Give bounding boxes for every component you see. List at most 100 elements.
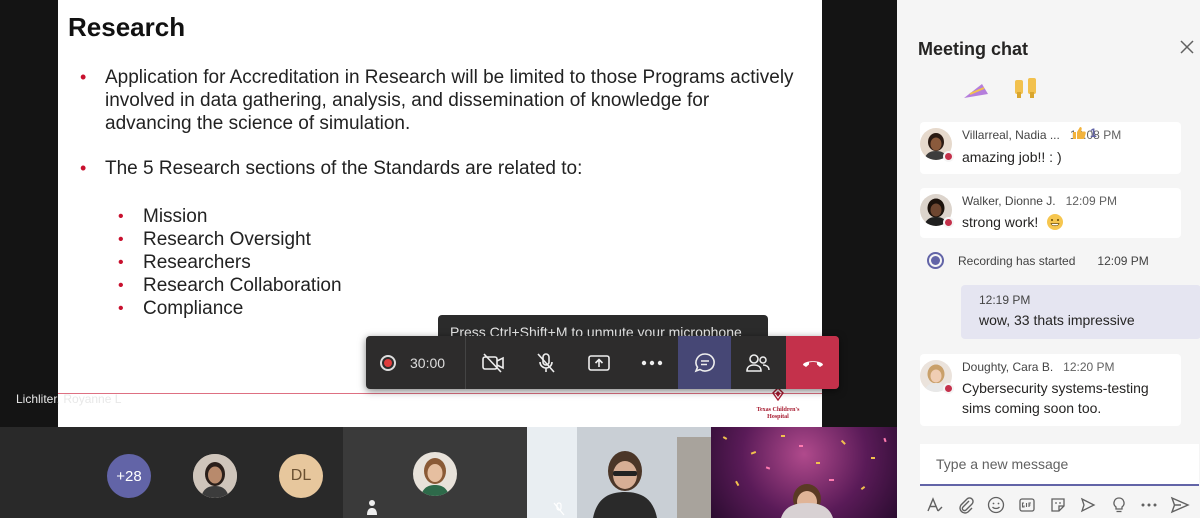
- slide-sub-bullet: Researchers: [118, 251, 342, 274]
- participant-avatar[interactable]: [193, 454, 237, 498]
- system-message-time: 12:09 PM: [1097, 253, 1149, 268]
- message-text-line: Cybersecurity systems-testing: [962, 380, 1149, 396]
- more-options-icon: [641, 360, 662, 365]
- presence-busy-icon: [943, 383, 954, 394]
- like-reaction[interactable]: 1: [1072, 126, 1097, 140]
- hang-up-icon: [802, 360, 823, 367]
- slide-title: Research: [68, 12, 186, 42]
- recording-started-icon: [927, 252, 944, 269]
- show-chat-button[interactable]: [678, 336, 731, 389]
- emoji-button[interactable]: [981, 493, 1012, 517]
- message-text: amazing job!! : ): [962, 149, 1062, 165]
- emoji-icon: [988, 496, 1005, 514]
- participant-video-tile[interactable]: [527, 427, 711, 518]
- message-time: 12:20 PM: [1063, 360, 1115, 374]
- own-chat-message[interactable]: 12:19 PM wow, 33 thats impressive: [961, 285, 1200, 339]
- reaction-count: 1: [1090, 126, 1097, 140]
- message-sender: Doughty, Cara B.: [962, 360, 1054, 374]
- chat-composer: [920, 444, 1199, 486]
- format-text-icon: [927, 497, 943, 512]
- meeting-chat-panel: Meeting chat Villarreal, Nadia ... 12:08…: [897, 0, 1200, 518]
- mic-muted-icon: [553, 502, 565, 516]
- participants-button[interactable]: [731, 336, 784, 389]
- system-message-recording: Recording has started 12:09 PM: [927, 252, 1177, 269]
- thumbs-up-icon: [1073, 127, 1086, 139]
- participants-icon: [745, 353, 770, 372]
- message-time: 12:09 PM: [1065, 194, 1117, 208]
- chat-panel-title: Meeting chat: [918, 39, 1029, 59]
- presenter-name: Lichliter, Royanne L: [16, 392, 122, 406]
- message-sender: Villarreal, Nadia ...: [962, 128, 1060, 142]
- message-input[interactable]: [920, 444, 1199, 484]
- hospital-logo-text: Texas Children's Hospital: [756, 407, 800, 420]
- slide-sub-bullet: Research Oversight: [118, 228, 342, 251]
- message-meta: Doughty, Cara B. 12:20 PM: [962, 360, 1115, 374]
- close-icon: [1180, 40, 1194, 54]
- chat-message[interactable]: Doughty, Cara B. 12:20 PM Cybersecurity s…: [920, 354, 1181, 426]
- message-body: strong work!: [962, 212, 1064, 232]
- camera-off-button[interactable]: [466, 336, 519, 389]
- message-time: 12:19 PM: [979, 293, 1031, 307]
- more-options-button[interactable]: [1134, 493, 1165, 517]
- message-text: Cybersecurity systems-testing sims comin…: [962, 378, 1149, 418]
- message-sender: Walker, Dionne J.: [962, 194, 1056, 208]
- message-meta: Walker, Dionne J. 12:09 PM: [962, 194, 1117, 208]
- system-message-text: Recording has started: [958, 253, 1076, 268]
- recording-timer[interactable]: 30:00: [366, 336, 466, 389]
- share-screen-button[interactable]: [572, 336, 625, 389]
- sticker-icon: [1050, 498, 1065, 512]
- slide-footer-line: [58, 393, 822, 394]
- attach-button[interactable]: [951, 493, 982, 517]
- mic-muted-icon: [536, 352, 555, 373]
- leave-call-button[interactable]: [786, 336, 839, 389]
- hospital-logo: Texas Children's Hospital: [752, 387, 804, 421]
- participant-tile-group: +28 DL: [0, 427, 343, 518]
- meeting-controls-bar: 30:00: [366, 336, 839, 389]
- party-sticker: [960, 76, 1060, 100]
- person-photo-icon: [193, 454, 237, 498]
- slide-sub-bullet: Mission: [118, 205, 342, 228]
- format-button[interactable]: [920, 493, 951, 517]
- more-participants-badge[interactable]: +28: [107, 454, 151, 498]
- recording-icon: [380, 354, 396, 371]
- chat-message[interactable]: Walker, Dionne J. 12:09 PM strong work!: [920, 188, 1181, 238]
- chat-message[interactable]: Villarreal, Nadia ... 12:08 PM 1 amazing …: [920, 122, 1181, 174]
- gif-button[interactable]: [1012, 493, 1043, 517]
- send-arrow-outline-icon: [1080, 497, 1096, 513]
- more-actions-button[interactable]: [625, 336, 678, 389]
- party-emoji-icon: [964, 78, 1036, 98]
- slide-sub-bullet: Research Collaboration: [118, 274, 342, 297]
- slide-sub-bullet: Compliance: [118, 297, 342, 320]
- participant-avatar: [413, 452, 457, 496]
- participant-video-tile[interactable]: [711, 427, 897, 518]
- sticker-button[interactable]: [1042, 493, 1073, 517]
- slide-bullet: Application for Accreditation in Researc…: [78, 66, 798, 135]
- participant-video-feed: [722, 435, 887, 518]
- timer-text: 30:00: [410, 354, 446, 371]
- participant-gallery: +28 DL: [0, 427, 897, 518]
- grinning-emoji-icon: [1047, 214, 1064, 230]
- message-text-line: sims coming soon too.: [962, 400, 1102, 416]
- message-text: strong work!: [962, 214, 1039, 230]
- person-photo-icon: [413, 452, 457, 496]
- sender-avatar: [920, 360, 954, 394]
- presence-busy-icon: [943, 151, 954, 162]
- chat-icon: [694, 352, 715, 372]
- participant-video-tile[interactable]: [343, 427, 527, 518]
- hospital-logo-icon: [772, 387, 784, 402]
- praise-button[interactable]: [1103, 493, 1134, 517]
- sender-avatar: [920, 128, 954, 162]
- slide-bullet: The 5 Research sections of the Standards…: [78, 157, 798, 180]
- send-icon: [1170, 496, 1190, 514]
- teams-meeting-window: Research Application for Accreditation i…: [0, 0, 1200, 518]
- slide-sub-bullets: Mission Research Oversight Researchers R…: [118, 205, 342, 320]
- mic-muted-button[interactable]: [519, 336, 572, 389]
- participant-avatar-initials[interactable]: DL: [279, 454, 323, 498]
- slide-bullets: Application for Accreditation in Researc…: [78, 66, 798, 202]
- gif-icon: [1019, 498, 1035, 512]
- meet-now-button[interactable]: [1073, 493, 1104, 517]
- close-chat-button[interactable]: [1180, 40, 1194, 59]
- message-text: wow, 33 thats impressive: [979, 312, 1135, 328]
- raise-hand-icon: [367, 500, 377, 515]
- send-button[interactable]: [1165, 493, 1196, 517]
